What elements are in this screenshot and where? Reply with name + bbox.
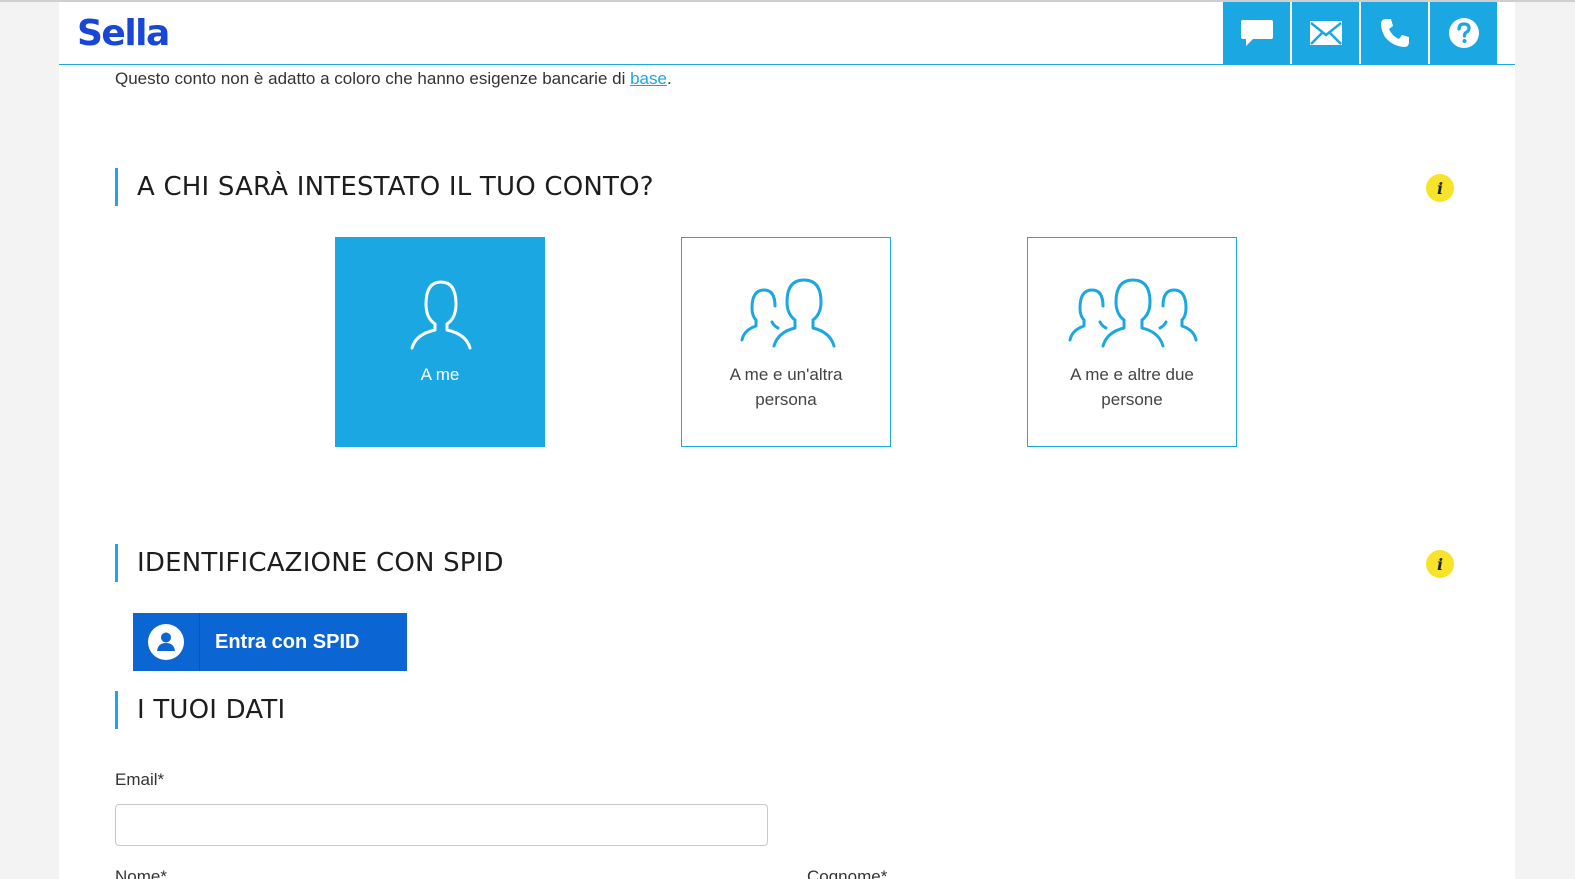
chat-bubble-icon <box>1240 20 1273 46</box>
spid-login-button[interactable]: Entra con SPID <box>133 613 407 671</box>
help-button[interactable] <box>1430 2 1497 64</box>
email-button[interactable] <box>1292 2 1359 64</box>
chat-button[interactable] <box>1223 2 1290 64</box>
spid-button-label: Entra con SPID <box>215 631 360 653</box>
personal-data-section-title: I TUOI DATI <box>115 691 285 729</box>
phone-button[interactable] <box>1361 2 1428 64</box>
email-input[interactable] <box>115 804 768 846</box>
holder-option-me-label: A me <box>420 365 460 384</box>
base-link[interactable]: base <box>630 69 667 88</box>
holder-option-three[interactable]: A me e altre due persone <box>1027 237 1237 447</box>
header: Sella <box>59 2 1515 65</box>
holder-option-two-label: A me e un'altra persona <box>729 365 843 409</box>
phone-icon <box>1380 19 1409 47</box>
email-label: Email* <box>115 770 165 789</box>
user-circle-icon <box>148 624 184 660</box>
holders-info-icon[interactable]: i <box>1426 174 1454 202</box>
question-circle-icon <box>1448 18 1479 48</box>
disclaimer-text: Questo conto non è adatto a coloro che h… <box>115 69 631 88</box>
account-disclaimer: Questo conto non è adatto a coloro che h… <box>115 67 672 91</box>
holders-section-title: A CHI SARÀ INTESTATO IL TUO CONTO? <box>115 168 654 206</box>
envelope-icon <box>1309 21 1342 45</box>
holder-option-three-label: A me e altre due persone <box>1070 365 1194 409</box>
single-user-icon <box>410 280 472 350</box>
spid-info-icon[interactable]: i <box>1426 550 1454 578</box>
page-content: Sella Questo conto non è adatto a coloro… <box>59 2 1515 879</box>
two-users-icon <box>740 278 836 348</box>
three-users-icon <box>1068 278 1198 348</box>
holder-option-me[interactable]: A me <box>335 237 545 447</box>
spid-section-title: IDENTIFICAZIONE CON SPID <box>115 544 504 582</box>
surname-label: Cognome* <box>807 867 888 879</box>
name-label: Nome* <box>115 867 167 879</box>
disclaimer-suffix: . <box>666 69 672 88</box>
spid-icon-container <box>133 613 200 671</box>
sella-logo[interactable]: Sella <box>77 12 170 56</box>
holder-option-two[interactable]: A me e un'altra persona <box>681 237 891 447</box>
